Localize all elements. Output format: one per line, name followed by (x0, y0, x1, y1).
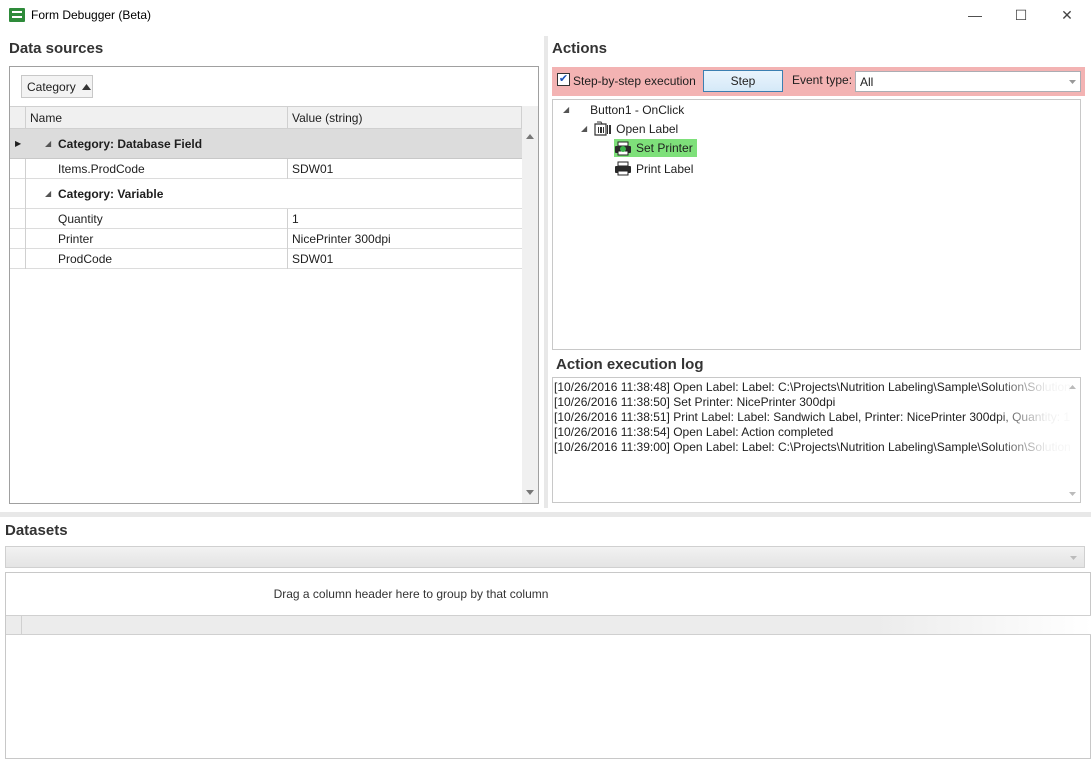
collapse-triangle-icon[interactable]: ◢ (581, 124, 587, 133)
row-header-corner (6, 616, 22, 634)
row-name: ProdCode (58, 252, 113, 266)
tree-item-print-label[interactable]: Print Label (614, 159, 693, 178)
row-selector[interactable] (10, 159, 26, 179)
scroll-down-icon[interactable] (1069, 492, 1076, 496)
tree-item-label: Button1 - OnClick (590, 102, 685, 117)
window-title: Form Debugger (Beta) (31, 8, 152, 22)
printer-icon (615, 141, 631, 155)
scroll-up-icon[interactable] (526, 134, 534, 139)
category-button-label: Category (27, 79, 76, 94)
printer-icon (615, 161, 631, 176)
vertical-splitter[interactable] (544, 36, 548, 508)
data-sources-panel: Category Name Value (string) ▶ ◢ Categor… (9, 66, 539, 504)
chevron-down-icon (1070, 556, 1077, 560)
step-button[interactable]: Step (703, 70, 783, 92)
vertical-scrollbar[interactable] (522, 106, 538, 503)
tree-item-button1-onclick[interactable]: ◢ Button1 - OnClick (563, 100, 684, 119)
minimize-button[interactable]: — (953, 0, 997, 30)
grid-header: Name Value (string) (10, 107, 522, 129)
table-row[interactable]: Items.ProdCode SDW01 (10, 159, 522, 179)
app-icon (9, 8, 25, 22)
row-value[interactable]: NicePrinter 300dpi (292, 232, 391, 246)
collapse-triangle-icon[interactable]: ◢ (45, 139, 51, 148)
chevron-down-icon (1069, 80, 1076, 84)
horizontal-splitter[interactable] (0, 512, 1091, 517)
event-type-label: Event type: (792, 73, 853, 87)
row-name: Printer (58, 232, 94, 246)
dataset-grid-header[interactable] (6, 615, 1091, 635)
row-header-corner (10, 107, 26, 128)
row-value[interactable]: SDW01 (292, 252, 333, 266)
row-selector[interactable] (10, 209, 26, 229)
row-selector[interactable] (10, 229, 26, 249)
group-row[interactable]: ▶ ◢ Category: Database Field (10, 129, 522, 159)
dataset-grid: Drag a column header here to group by th… (5, 572, 1091, 759)
column-header-name[interactable]: Name (26, 107, 288, 128)
tree-item-label: Print Label (636, 161, 694, 176)
event-type-select[interactable]: All (855, 71, 1081, 92)
collapse-triangle-icon[interactable]: ◢ (563, 105, 569, 114)
maximize-button[interactable]: ☐ (999, 0, 1043, 30)
title-bar (0, 0, 1091, 32)
sort-up-icon (81, 83, 91, 90)
row-value[interactable]: SDW01 (292, 162, 333, 176)
close-button[interactable]: ✕ (1045, 0, 1089, 30)
log-heading: Action execution log (556, 356, 704, 373)
event-type-value: All (860, 74, 874, 89)
tree-item-open-label[interactable]: ◢ Open Label (581, 119, 678, 138)
group-by-hint: Drag a column header here to group by th… (273, 587, 549, 601)
row-selector[interactable] (10, 249, 26, 269)
datasets-heading: Datasets (5, 522, 68, 539)
table-row[interactable]: Quantity 1 (10, 209, 522, 229)
group-label: Category: Variable (58, 187, 164, 201)
collapse-triangle-icon[interactable]: ◢ (45, 189, 51, 198)
table-row[interactable]: ProdCode SDW01 (10, 249, 522, 269)
tree-item-label: Set Printer (636, 141, 693, 155)
category-sort-button[interactable]: Category (21, 75, 93, 98)
table-row[interactable]: Printer NicePrinter 300dpi (10, 229, 522, 249)
tree-item-set-printer[interactable]: Set Printer (614, 139, 697, 157)
column-header-value[interactable]: Value (string) (288, 107, 522, 128)
step-by-step-checkbox[interactable]: ✔ (557, 73, 570, 86)
dataset-select[interactable] (5, 546, 1085, 568)
tree-item-label: Open Label (616, 121, 679, 136)
action-tree: ◢ Button1 - OnClick ◢ Open Label Set Pri… (552, 99, 1081, 350)
scroll-down-icon[interactable] (526, 490, 534, 495)
data-sources-heading: Data sources (9, 40, 104, 57)
open-label-icon (594, 121, 612, 136)
log-fade (993, 378, 1080, 502)
step-by-step-label: Step-by-step execution (573, 74, 696, 88)
group-row[interactable]: ◢ Category: Variable (10, 179, 522, 209)
row-selector-icon: ▶ (15, 139, 22, 148)
property-grid: Name Value (string) ▶ ◢ Category: Databa… (10, 106, 522, 269)
actions-heading: Actions (552, 40, 608, 57)
row-name: Items.ProdCode (58, 162, 145, 176)
action-log[interactable]: [10/26/2016 11:38:48] Open Label: Label:… (552, 377, 1081, 503)
group-label: Category: Database Field (58, 137, 203, 151)
scroll-up-icon[interactable] (1069, 385, 1076, 389)
row-name: Quantity (58, 212, 103, 226)
row-value[interactable]: 1 (292, 212, 299, 226)
